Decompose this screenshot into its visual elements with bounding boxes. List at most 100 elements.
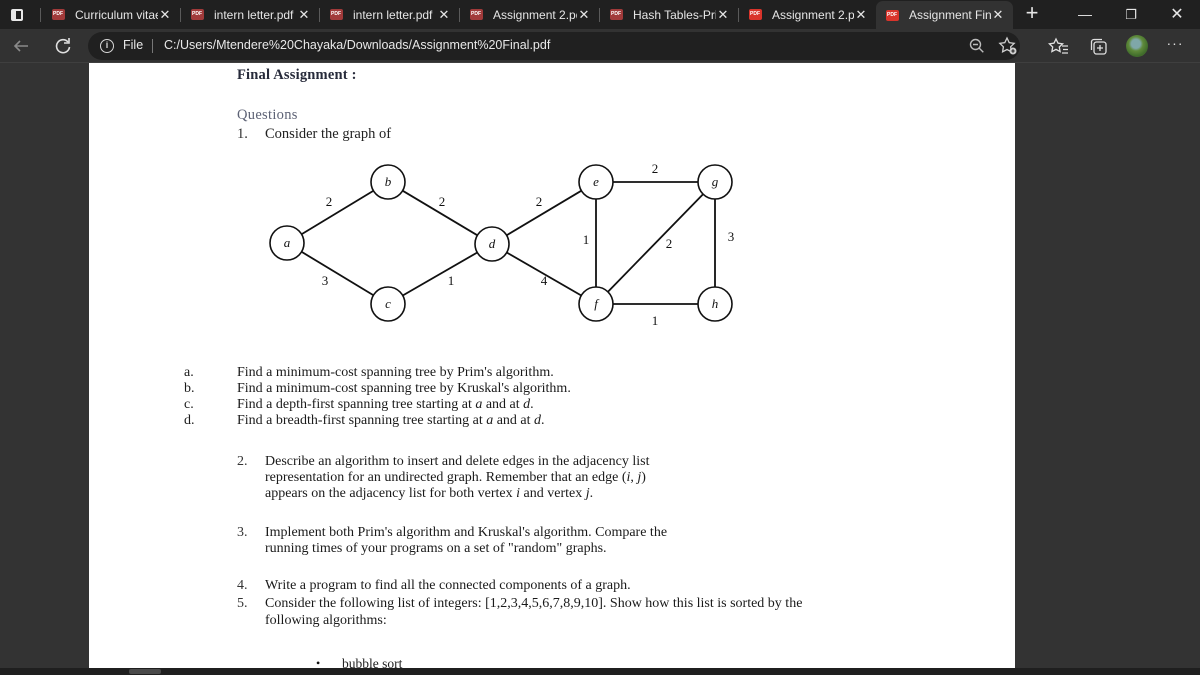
tab-label: Assignment 2.pdf — [493, 7, 577, 22]
question-3-line-2: running times of your programs on a set … — [265, 541, 607, 556]
graph-edge-cd — [402, 251, 478, 297]
node-label: g — [712, 174, 719, 189]
node-label: c — [385, 296, 391, 311]
zoom-out-icon[interactable] — [968, 37, 986, 55]
pdf-page: Final Assignment : Questions 1. Consider… — [89, 63, 1015, 671]
question-5-line-1: Consider the following list of integers:… — [265, 596, 803, 611]
subpart-b-text: Find a minimum-cost spanning tree by Kru… — [237, 381, 571, 396]
sidebar-toggle-icon[interactable] — [8, 6, 26, 24]
tab-intern-letter-2[interactable]: intern letter.pdf ✕ — [320, 0, 459, 29]
edge-weight-label: 3 — [322, 273, 329, 288]
text-run: appears on the adjacency list for both v… — [265, 486, 517, 501]
pdf-icon — [52, 9, 65, 20]
tab-strip: Curriculum vitae ✕ intern letter.pdf ✕ i… — [0, 0, 1200, 29]
question-4-number: 4. — [237, 578, 248, 593]
horizontal-scrollbar-thumb[interactable] — [129, 669, 161, 674]
favorites-icon[interactable] — [1048, 36, 1070, 58]
graph-edge-ab — [301, 190, 374, 235]
tab-label: Hash Tables-Prior — [633, 7, 716, 22]
tab-hash-tables[interactable]: Hash Tables-Prior ✕ — [600, 0, 738, 29]
text-run: . — [530, 397, 534, 412]
close-tab-icon[interactable]: ✕ — [716, 7, 730, 23]
weighted-graph-figure: 232124122 31abcdefgh — [269, 161, 735, 328]
graph-edge-de — [506, 189, 582, 237]
text-run: . — [541, 413, 545, 428]
add-favorite-icon[interactable] — [998, 36, 1018, 56]
minimize-button[interactable]: — — [1062, 0, 1108, 29]
more-menu-button[interactable]: ··· — [1162, 33, 1188, 59]
tab-label: Assignment 2.pdf — [772, 7, 854, 22]
close-tab-icon[interactable]: ✕ — [297, 7, 311, 23]
question-2-number: 2. — [237, 454, 248, 469]
tab-curriculum-vitae[interactable]: Curriculum vitae ✕ — [42, 0, 180, 29]
tab-label: intern letter.pdf — [353, 7, 433, 22]
url-text[interactable]: C:/Users/Mtendere%20Chayaka/Downloads/As… — [164, 38, 550, 52]
text-run: and vertex — [520, 486, 586, 501]
close-tab-icon[interactable]: ✕ — [991, 7, 1005, 23]
close-tab-icon[interactable]: ✕ — [577, 7, 591, 23]
question-2-line-2: representation for an undirected graph. … — [265, 470, 646, 486]
close-tab-icon[interactable]: ✕ — [437, 7, 451, 23]
edge-weight-label: 2 — [536, 194, 543, 209]
subpart-c-text: Find a depth-first spanning tree startin… — [237, 397, 534, 413]
question-5-line-2: following algorithms: — [265, 613, 387, 628]
text-run: ) — [641, 470, 646, 485]
collections-icon[interactable] — [1088, 36, 1110, 58]
subpart-a-letter: a. — [184, 365, 194, 380]
node-label: e — [593, 174, 599, 189]
close-tab-icon[interactable]: ✕ — [854, 7, 868, 23]
text-run: and at — [482, 397, 524, 412]
horizontal-scrollbar-track — [0, 668, 1200, 675]
edge-weight-label: 2 — [652, 161, 659, 176]
edge-weight-label: 3 — [728, 229, 735, 244]
graph-edge-fg — [607, 193, 704, 293]
close-tab-icon[interactable]: ✕ — [158, 7, 172, 23]
tab-assignment-final[interactable]: Assignment Final ✕ — [876, 1, 1013, 29]
back-button[interactable] — [8, 33, 34, 59]
more-icon: ··· — [1166, 35, 1184, 51]
text-run: and at — [493, 413, 535, 428]
subpart-b-letter: b. — [184, 381, 195, 396]
tab-intern-letter-1[interactable]: intern letter.pdf ✕ — [181, 0, 319, 29]
info-icon[interactable]: i — [100, 39, 114, 53]
edge-weight-label: 2 — [326, 194, 333, 209]
edge-weight-label: 2 — [666, 236, 673, 251]
profile-avatar[interactable] — [1126, 35, 1148, 57]
edge-weight-label: 4 — [541, 273, 548, 288]
tab-label: Assignment Final — [909, 8, 991, 22]
text-run: Find a breadth-first spanning tree start… — [237, 413, 487, 428]
tab-label: intern letter.pdf — [214, 7, 294, 22]
navigation-toolbar: i File C:/Users/Mtendere%20Chayaka/Downl… — [0, 29, 1200, 63]
back-icon — [13, 40, 28, 52]
pdf-icon — [610, 9, 623, 20]
address-divider — [152, 39, 153, 53]
pdf-icon — [470, 9, 483, 20]
subpart-c-letter: c. — [184, 397, 194, 412]
refresh-icon — [55, 38, 71, 54]
new-tab-button[interactable]: + — [1020, 2, 1044, 26]
node-label: a — [284, 235, 291, 250]
restore-button[interactable]: ❐ — [1108, 0, 1154, 29]
pdf-icon — [330, 9, 343, 20]
address-bar[interactable]: i File C:/Users/Mtendere%20Chayaka/Downl… — [88, 32, 1020, 60]
edge-weight-label: 2 — [439, 194, 446, 209]
refresh-button[interactable] — [50, 33, 76, 59]
edge-weight-label: 1 — [652, 313, 659, 328]
question-3-number: 3. — [237, 525, 248, 540]
node-label: h — [712, 296, 719, 311]
question-2-line-3: appears on the adjacency list for both v… — [265, 486, 593, 502]
subpart-d-text: Find a breadth-first spanning tree start… — [237, 413, 545, 429]
subpart-a-text: Find a minimum-cost spanning tree by Pri… — [237, 365, 554, 380]
text-run: . — [589, 486, 594, 501]
tab-assignment-2-b[interactable]: Assignment 2.pdf ✕ — [739, 0, 876, 29]
scheme-label: File — [123, 38, 144, 52]
node-label: b — [385, 174, 392, 189]
tab-assignment-2-a[interactable]: Assignment 2.pdf ✕ — [460, 0, 599, 29]
pdf-icon — [886, 9, 899, 21]
edge-weight-label: 1 — [583, 232, 590, 247]
close-window-button[interactable]: ✕ — [1154, 0, 1200, 29]
node-label: d — [489, 236, 496, 251]
text-run: Find a depth-first spanning tree startin… — [237, 397, 476, 412]
question-4-text: Write a program to find all the connecte… — [265, 578, 631, 593]
subpart-d-letter: d. — [184, 413, 195, 428]
